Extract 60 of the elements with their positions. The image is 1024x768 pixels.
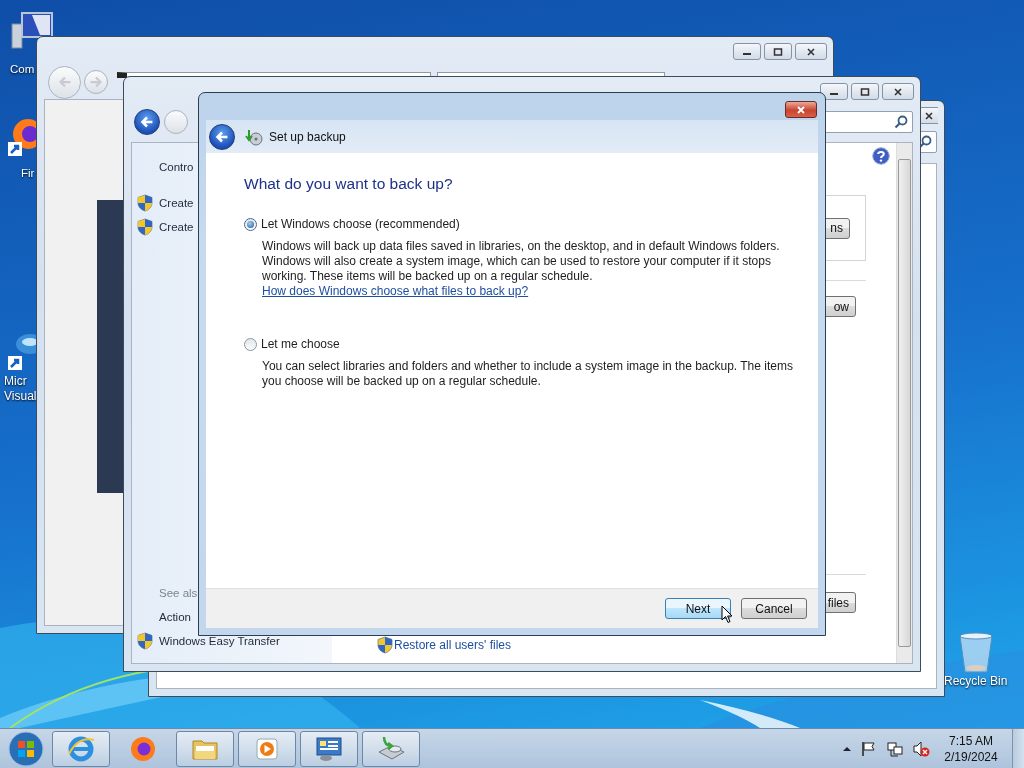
shield-icon bbox=[377, 636, 393, 654]
option-description: You can select libraries and folders and whether to include a system image in the backup. The items you choose will be backed up on a regular schedule. bbox=[262, 359, 794, 389]
dialog-heading: What do you want to back up? bbox=[244, 175, 454, 193]
network-icon[interactable] bbox=[886, 739, 904, 758]
maximize-button[interactable] bbox=[851, 83, 879, 100]
cancel-button[interactable]: Cancel bbox=[741, 598, 807, 619]
taskbar-button[interactable] bbox=[362, 730, 420, 767]
search-icon bbox=[894, 115, 908, 129]
side-link[interactable]: Create bbox=[159, 221, 194, 233]
radio-button[interactable] bbox=[244, 217, 257, 231]
help-icon[interactable] bbox=[872, 147, 890, 165]
flag-icon[interactable] bbox=[860, 739, 878, 758]
windows-logo-icon bbox=[8, 730, 44, 767]
section-heading: See als bbox=[159, 587, 198, 599]
close-icon bbox=[923, 111, 934, 120]
close-button[interactable] bbox=[882, 83, 914, 100]
icon-label: Micr bbox=[4, 374, 27, 389]
speaker-icon[interactable] bbox=[912, 739, 930, 758]
mouse-pointer-icon bbox=[721, 605, 733, 624]
option-label[interactable]: Let Windows choose (recommended) bbox=[261, 217, 460, 231]
clock-time[interactable]: 7:15 AM bbox=[949, 732, 993, 749]
shield-icon bbox=[137, 632, 153, 650]
close-icon bbox=[796, 105, 806, 114]
close-button[interactable] bbox=[785, 101, 817, 118]
scrollbar[interactable] bbox=[896, 143, 912, 663]
side-link[interactable]: Create bbox=[159, 197, 194, 209]
maximize-icon bbox=[860, 87, 870, 96]
taskbar-button[interactable] bbox=[238, 730, 296, 767]
close-icon bbox=[806, 47, 816, 56]
side-link[interactable]: Contro bbox=[159, 161, 194, 173]
maximize-icon bbox=[773, 47, 783, 56]
help-link[interactable]: How does Windows choose what files to back up? bbox=[262, 284, 529, 298]
radio-button[interactable] bbox=[244, 337, 257, 351]
icon-label: Com bbox=[10, 62, 35, 77]
side-link[interactable]: Windows Easy Transfer bbox=[159, 635, 280, 647]
icon-label: Visual bbox=[4, 389, 37, 404]
show-desktop-button[interactable] bbox=[1012, 728, 1024, 768]
search-icon bbox=[918, 135, 932, 149]
option-description: Windows will back up data files saved in libraries, on the desktop, and in default Windows folders. Windows will also create a system image, which can be used to restore your computer if it stops working. These items will be backed up on a regular schedule. How does Windows choose what files to back up? bbox=[262, 239, 781, 299]
taskbar-button[interactable] bbox=[52, 730, 110, 767]
taskbar-button[interactable] bbox=[300, 730, 358, 767]
shield-icon bbox=[137, 194, 153, 212]
icon-label: Recycle Bin bbox=[944, 674, 1008, 689]
clock-date[interactable]: 2/19/2024 bbox=[944, 748, 998, 765]
close-icon bbox=[893, 87, 903, 96]
close-button[interactable] bbox=[795, 43, 827, 60]
dialog-title: Set up backup bbox=[269, 129, 346, 144]
icon-label: Fir bbox=[21, 166, 35, 181]
backup-icon bbox=[245, 127, 263, 146]
restore-link[interactable]: Restore all users' files bbox=[394, 638, 511, 652]
taskbar-button[interactable] bbox=[176, 730, 234, 767]
option-label[interactable]: Let me choose bbox=[261, 337, 340, 351]
back-button[interactable] bbox=[209, 123, 235, 150]
side-link[interactable]: Action bbox=[159, 611, 191, 623]
minimize-button[interactable] bbox=[820, 83, 848, 100]
maximize-button[interactable] bbox=[764, 43, 792, 60]
minimize-button[interactable] bbox=[733, 43, 761, 60]
next-button[interactable]: Next bbox=[665, 598, 731, 619]
back-button[interactable] bbox=[134, 109, 160, 135]
shield-icon bbox=[137, 218, 153, 236]
